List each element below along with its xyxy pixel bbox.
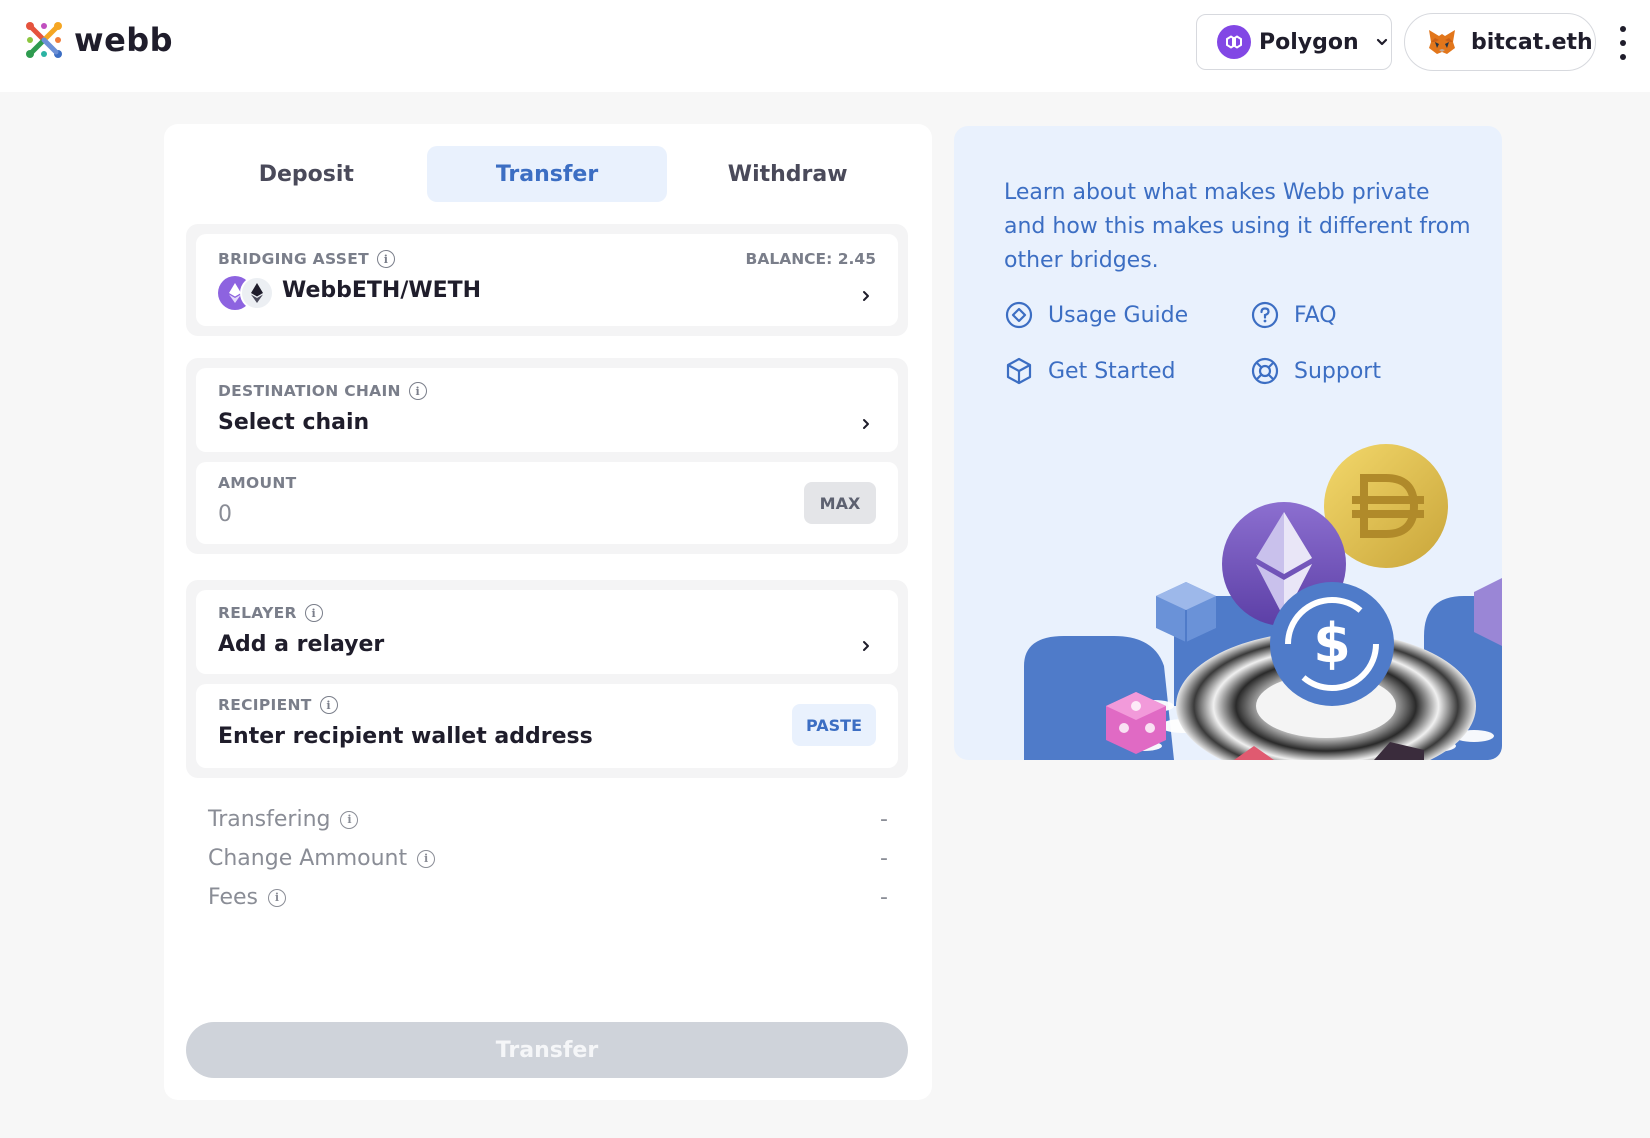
cube-icon [1006,357,1032,385]
panel-description: Learn about what makes Webb private and … [1004,180,1471,273]
network-selector-button[interactable]: Polygon [1196,14,1392,70]
recipient-input[interactable]: Enter recipient wallet address [218,724,593,749]
recipient-label: RECIPIENT i [218,696,338,714]
relayer-label: RELAYER i [218,604,323,622]
polygon-icon [1217,25,1251,59]
transaction-card: Deposit Transfer Withdraw BRIDGING ASSET… [164,124,932,1100]
info-icon[interactable]: i [340,810,359,829]
tab-transfer[interactable]: Transfer [426,146,668,202]
info-row-fees: Fees i - [208,878,888,917]
asset-icons [218,276,276,310]
usage-guide-label: Usage Guide [1048,302,1189,328]
get-started-link[interactable]: Get Started [1004,356,1175,386]
faq-label: FAQ [1294,302,1337,328]
info-row-value: - [880,885,888,910]
relayer-recipient-group: RELAYER i Add a relayer RECIPIENT i Ente… [186,580,908,778]
chevron-right-icon [863,419,869,429]
info-icon[interactable]: i [319,696,338,714]
bridging-asset-value: WebbETH/WETH [282,278,482,303]
max-button[interactable]: MAX [804,482,876,524]
relayer-value: Add a relayer [218,632,385,657]
transfer-submit-button[interactable]: Transfer [186,1022,908,1078]
bridging-asset-label: BRIDGING ASSET i [218,250,395,268]
more-vertical-icon[interactable] [1616,26,1630,60]
destination-chain-value: Select chain [218,410,370,435]
amount-input[interactable]: 0 [218,502,232,527]
question-circle-icon [1251,301,1279,329]
chevron-right-icon [863,641,869,651]
wallet-button[interactable]: bitcat.eth [1404,13,1596,71]
svg-text:$: $ [1313,612,1351,675]
info-row-transfering: Transfering i - [208,800,888,839]
chevron-right-icon [863,291,869,301]
lifebuoy-icon [1251,357,1279,385]
balance-text: BALANCE: 2.45 [745,250,876,268]
amount-label: AMOUNT [218,474,297,492]
tab-bar: Deposit Transfer Withdraw [186,146,908,202]
info-row-value: - [880,846,888,871]
info-row-label: Transfering [208,807,331,832]
compass-icon [1005,301,1033,329]
info-icon[interactable]: i [267,888,286,907]
support-link[interactable]: Support [1250,356,1381,386]
info-row-value: - [880,807,888,832]
info-icon[interactable]: i [417,849,436,868]
usage-guide-link[interactable]: Usage Guide [1004,300,1188,330]
tab-deposit[interactable]: Deposit [186,146,427,202]
wallet-address-label: bitcat.eth [1471,29,1593,55]
recipient-field[interactable]: RECIPIENT i Enter recipient wallet addre… [196,684,898,768]
destination-chain-label-text: DESTINATION CHAIN [218,382,401,400]
bridging-asset-label-text: BRIDGING ASSET [218,250,369,268]
chevron-down-icon [1376,38,1387,46]
info-row-label: Fees [208,885,258,910]
relayer-selector[interactable]: RELAYER i Add a relayer [196,590,898,674]
paste-button[interactable]: PASTE [792,704,876,746]
info-row-label: Change Ammount [208,846,408,871]
info-icon[interactable]: i [376,250,395,268]
destination-chain-label: DESTINATION CHAIN i [218,382,427,400]
tab-withdraw[interactable]: Withdraw [667,146,908,202]
webb-logo[interactable]: webb [24,20,173,60]
faq-link[interactable]: FAQ [1250,300,1337,330]
destination-chain-selector[interactable]: DESTINATION CHAIN i Select chain [196,368,898,452]
transaction-info-list: Transfering i - Change Ammount i - Fees i - [208,800,888,917]
recipient-label-text: RECIPIENT [218,696,312,714]
logo-text: webb [74,21,174,59]
crypto-illustration: $ [1024,444,1502,760]
network-label: Polygon [1259,29,1359,55]
ethereum-icon [240,276,274,310]
relayer-label-text: RELAYER [218,604,297,622]
destination-amount-group: DESTINATION CHAIN i Select chain AMOUNT … [186,358,908,554]
support-label: Support [1294,358,1381,384]
info-panel: Learn about what makes Webb private and … [954,126,1502,760]
top-header: webb Polygon bitcat.eth [0,0,1650,92]
info-row-change-amount: Change Ammount i - [208,839,888,878]
info-icon[interactable]: i [304,604,323,622]
metamask-fox-icon [1429,30,1455,54]
info-icon[interactable]: i [408,382,427,400]
bridging-asset-selector[interactable]: BRIDGING ASSET i BALANCE: 2.45 WebbETH/W… [196,234,898,326]
amount-field[interactable]: AMOUNT 0 MAX [196,462,898,544]
webb-logo-mark-icon [26,22,62,58]
get-started-label: Get Started [1048,358,1176,384]
bridging-asset-group: BRIDGING ASSET i BALANCE: 2.45 WebbETH/W… [186,224,908,336]
